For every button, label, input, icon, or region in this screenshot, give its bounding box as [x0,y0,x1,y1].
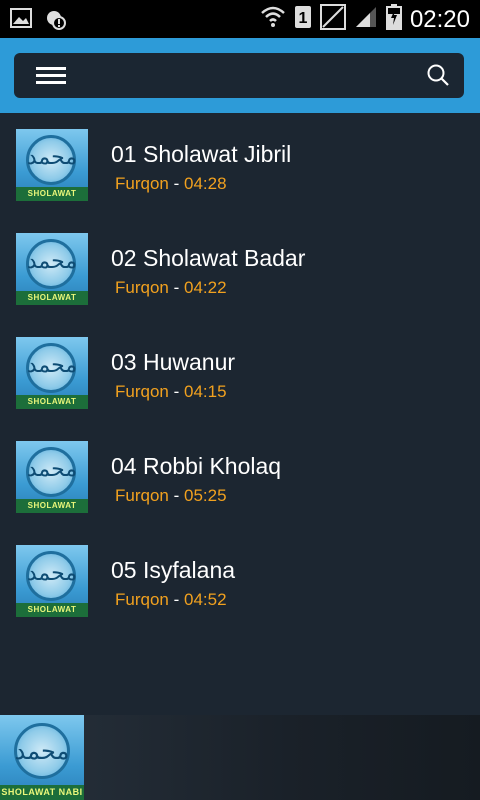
track-artist: Furqon [115,590,169,609]
track-duration: 04:15 [184,382,227,401]
wifi-icon [260,5,286,34]
track-title: 05 Isyfalana [111,557,236,583]
track-title: 01 Sholawat Jibril [111,141,292,167]
album-art: محمد SHOLAWAT NABI [16,441,88,513]
settings-alert-icon [44,8,66,35]
track-duration: 04:22 [184,278,227,297]
album-art-band: SHOLAWAT NABI [16,291,88,305]
signal-icon [354,5,378,34]
album-art-band: SHOLAWAT NABI [16,395,88,409]
now-playing-album-art[interactable]: محمد SHOLAWAT NABI [0,715,84,800]
track-duration: 04:28 [184,174,227,193]
image-icon [10,8,32,35]
track-item[interactable]: محمد SHOLAWAT NABI 05 Isyfalana Furqon -… [0,529,480,633]
album-art-calligraphy: محمد [26,457,78,482]
album-art-band: SHOLAWAT NABI [0,785,84,800]
now-playing-bar[interactable]: محمد SHOLAWAT NABI [0,715,480,800]
track-duration: 05:25 [184,486,227,505]
track-subtitle: Furqon - 04:15 [115,382,227,402]
battery-charging-icon [385,4,402,35]
track-subtitle: Furqon - 04:52 [115,590,227,610]
track-separator: - [173,486,180,505]
track-separator: - [173,382,180,401]
track-list: محمد SHOLAWAT NABI 01 Sholawat Jibril Fu… [0,113,480,633]
track-item[interactable]: محمد SHOLAWAT NABI 04 Robbi Kholaq Furqo… [0,425,480,529]
sim-1-icon: 1 [294,5,312,34]
album-art: محمد SHOLAWAT NABI [16,337,88,409]
track-subtitle: Furqon - 04:28 [115,174,227,194]
album-art-calligraphy: محمد [14,737,70,765]
album-art-calligraphy: محمد [26,561,78,586]
search-icon[interactable] [426,63,450,87]
track-item[interactable]: محمد SHOLAWAT NABI 01 Sholawat Jibril Fu… [0,113,480,217]
track-separator: - [173,278,180,297]
status-time: 02:20 [409,5,470,33]
track-item[interactable]: محمد SHOLAWAT NABI 02 Sholawat Badar Fur… [0,217,480,321]
track-artist: Furqon [115,174,169,193]
album-art: محمد SHOLAWAT NABI [16,129,88,201]
track-title: 02 Sholawat Badar [111,245,306,271]
album-art: محمد SHOLAWAT NABI [16,545,88,617]
album-art-calligraphy: محمد [26,353,78,378]
track-separator: - [173,174,180,193]
track-artist: Furqon [115,382,169,401]
track-title: 04 Robbi Kholaq [111,453,282,479]
sim-label: 1 [298,10,307,27]
album-art-calligraphy: محمد [26,249,78,274]
track-subtitle: Furqon - 05:25 [115,486,227,506]
track-artist: Furqon [115,278,169,297]
track-duration: 04:52 [184,590,227,609]
track-separator: - [173,590,180,609]
track-subtitle: Furqon - 04:22 [115,278,227,298]
no-signal-icon [319,4,346,35]
status-bar: 1 02:20 [0,0,480,38]
hamburger-menu-icon[interactable] [36,67,66,85]
search-bar[interactable] [14,53,464,98]
album-art-band: SHOLAWAT NABI [16,603,88,617]
album-art-band: SHOLAWAT NABI [16,187,88,201]
track-item[interactable]: محمد SHOLAWAT NABI 03 Huwanur Furqon - 0… [0,321,480,425]
track-artist: Furqon [115,486,169,505]
track-title: 03 Huwanur [111,349,236,375]
album-art-calligraphy: محمد [26,145,78,170]
album-art-band: SHOLAWAT NABI [16,499,88,513]
album-art: محمد SHOLAWAT NABI [16,233,88,305]
app-bar [0,38,480,113]
